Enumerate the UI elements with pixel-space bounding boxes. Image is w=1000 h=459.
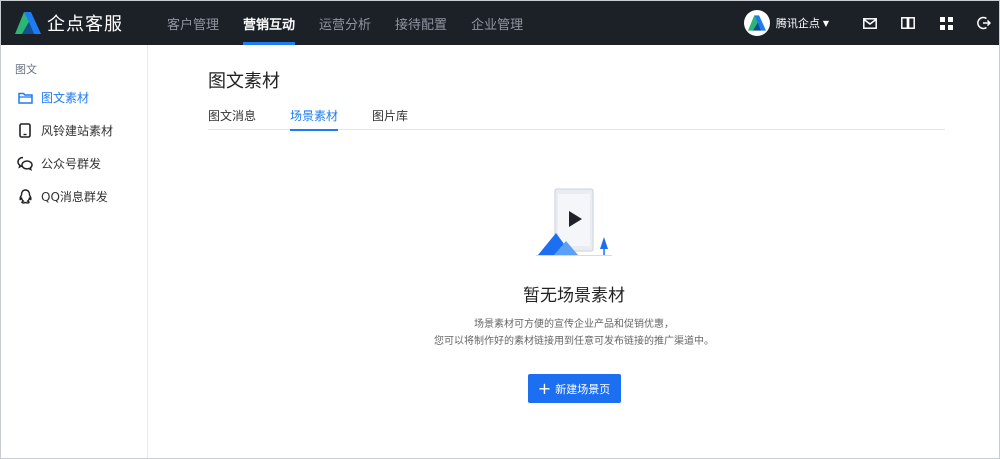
qidian-avatar-icon [743, 10, 770, 36]
plus-icon: + [537, 378, 552, 398]
empty-state-title: 暂无场景素材 [523, 286, 625, 306]
apps-grid-icon[interactable] [937, 14, 955, 32]
brand[interactable]: 企点客服 [15, 10, 145, 36]
main-content: 图文素材 图文消息 场景素材 图片库 暂无场景素材 场景素材可方便的宣传企业产品… [149, 45, 999, 458]
new-scene-page-button-label: 新建场景页 [555, 382, 611, 396]
top-navbar: 企点客服 客户管理 营销互动 运营分析 接待配置 企业管理 腾讯企点 ▼ [1, 1, 999, 45]
nav-item-enterprise-management[interactable]: 企业管理 [459, 1, 535, 45]
book-icon[interactable] [899, 14, 917, 32]
sidebar-item-label: 风铃建站素材 [41, 124, 114, 138]
page-title: 图文素材 [208, 71, 280, 92]
tab-image-text-message[interactable]: 图文消息 [208, 107, 256, 130]
nav-item-label: 运营分析 [319, 17, 372, 33]
nav-item-label: 接待配置 [395, 17, 448, 33]
sidebar-item-fengling-site-material[interactable]: 风铃建站素材 [1, 114, 147, 147]
caret-down-icon: ▼ [822, 18, 829, 28]
brand-name: 企点客服 [47, 14, 123, 35]
sidebar: 图文 图文素材 风铃建站素材 公众号群发 QQ消息群发 [1, 45, 148, 458]
material-tabs: 图文消息 场景素材 图片库 [208, 107, 945, 131]
new-scene-page-button[interactable]: + 新建场景页 [527, 374, 621, 403]
empty-state-description: 场景素材可方便的宣传企业产品和促销优惠， 您可以将制作好的素材链接用到任意可发布… [149, 316, 999, 350]
tablet-icon [17, 123, 33, 139]
sidebar-item-label: 公众号群发 [41, 157, 102, 171]
sidebar-group-label: 图文 [15, 63, 37, 76]
empty-scene-illustration-icon [536, 188, 612, 256]
nav-item-customer-management[interactable]: 客户管理 [155, 1, 231, 45]
sidebar-item-qq-message-broadcast[interactable]: QQ消息群发 [1, 180, 147, 213]
top-right-tools: 腾讯企点 ▼ [743, 1, 999, 45]
qidian-logo-icon [15, 12, 41, 34]
sidebar-item-label: QQ消息群发 [41, 190, 108, 204]
main-nav: 客户管理 营销互动 运营分析 接待配置 企业管理 [155, 1, 535, 45]
nav-item-label: 企业管理 [471, 17, 524, 33]
nav-item-label: 营销互动 [243, 17, 296, 33]
tab-scene-material[interactable]: 场景素材 [290, 107, 339, 131]
qq-icon [17, 189, 33, 205]
nav-item-operation-analysis[interactable]: 运营分析 [307, 1, 383, 45]
tab-image-library[interactable]: 图片库 [372, 107, 408, 130]
user-menu[interactable]: 腾讯企点 ▼ [743, 10, 829, 36]
sidebar-item-image-text-material[interactable]: 图文素材 [1, 81, 147, 114]
folder-icon [17, 90, 33, 106]
empty-state-description-line: 场景素材可方便的宣传企业产品和促销优惠， [474, 319, 674, 330]
user-name: 腾讯企点 [775, 17, 820, 30]
sidebar-item-label: 图文素材 [41, 91, 90, 105]
nav-item-marketing-interaction[interactable]: 营销互动 [231, 1, 307, 45]
empty-state: 暂无场景素材 场景素材可方便的宣传企业产品和促销优惠， 您可以将制作好的素材链接… [149, 185, 999, 403]
empty-state-description-line: 您可以将制作好的素材链接用到任意可发布链接的推广渠道中。 [434, 336, 714, 347]
nav-item-reception-config[interactable]: 接待配置 [383, 1, 459, 45]
logout-icon[interactable] [975, 14, 993, 32]
wechat-icon [17, 156, 33, 172]
nav-item-label: 客户管理 [167, 17, 220, 33]
sidebar-item-official-account-broadcast[interactable]: 公众号群发 [1, 147, 147, 180]
mail-icon[interactable] [861, 14, 879, 32]
